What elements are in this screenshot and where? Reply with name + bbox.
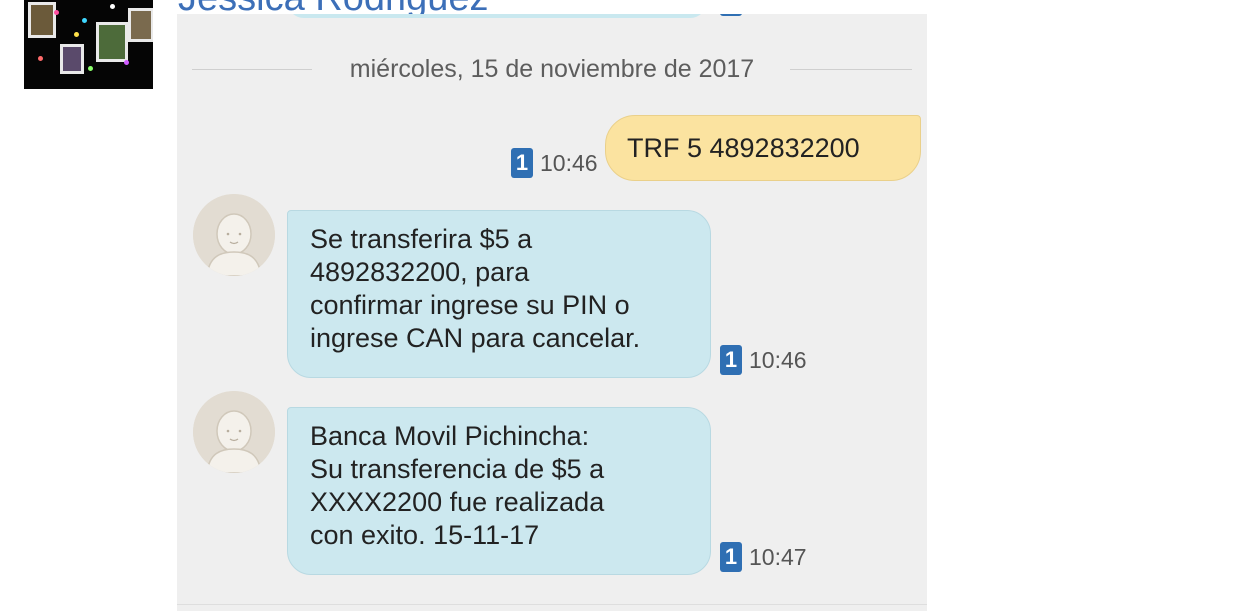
message-line: XXXX2200 fue realizada	[310, 487, 605, 517]
confetti-dot	[124, 60, 129, 65]
photo-collage-tile	[28, 2, 56, 38]
photo-collage-tile	[96, 22, 128, 62]
message-text: TRF 5 4892832200	[627, 133, 860, 163]
confetti-dot	[88, 66, 93, 71]
message-time: 10:46	[749, 346, 807, 373]
photo-collage-tile	[60, 44, 84, 74]
previous-message-bubble[interactable]	[287, 14, 707, 18]
message-line: Se transferira $5 a	[310, 224, 533, 254]
message-line: Su transferencia de $5 a	[310, 454, 605, 484]
conversation-view[interactable]: miércoles, 15 de noviembre de 2017 1 10:…	[177, 14, 927, 611]
sim-1-icon	[720, 14, 742, 16]
contact-photo[interactable]	[24, 0, 153, 89]
message-time: 10:47	[749, 543, 807, 570]
message-time: 10:46	[540, 149, 598, 176]
sim-1-icon: 1	[511, 148, 533, 178]
incoming-message-bubble[interactable]: Banca Movil Pichincha: Su transferencia …	[287, 407, 711, 575]
composer-divider	[177, 604, 927, 605]
message-meta: 1 10:46	[720, 345, 807, 375]
confetti-dot	[38, 56, 43, 61]
message-meta: 1 10:47	[720, 542, 807, 572]
confetti-dot	[110, 4, 115, 9]
default-contact-avatar-icon[interactable]	[193, 194, 275, 276]
incoming-message-bubble[interactable]: Se transferira $5 a 4892832200, para con…	[287, 210, 711, 378]
sim-1-icon: 1	[720, 345, 742, 375]
outgoing-message-bubble[interactable]: TRF 5 4892832200	[605, 115, 921, 181]
separator-line	[790, 69, 912, 70]
confetti-dot	[54, 10, 59, 15]
date-separator: miércoles, 15 de noviembre de 2017	[192, 54, 912, 84]
default-contact-avatar-icon[interactable]	[193, 391, 275, 473]
photo-collage-tile	[128, 8, 153, 42]
message-meta: 1 10:46	[511, 148, 598, 178]
message-line: confirmar ingrese su PIN o	[310, 290, 630, 320]
message-line: 4892832200, para	[310, 257, 530, 287]
confetti-dot	[82, 18, 87, 23]
message-line: Banca Movil Pichincha:	[310, 421, 590, 451]
sim-1-icon: 1	[720, 542, 742, 572]
message-line: con exito. 15-11-17	[310, 520, 540, 550]
confetti-dot	[74, 32, 79, 37]
message-line: ingrese CAN para cancelar.	[310, 323, 641, 353]
